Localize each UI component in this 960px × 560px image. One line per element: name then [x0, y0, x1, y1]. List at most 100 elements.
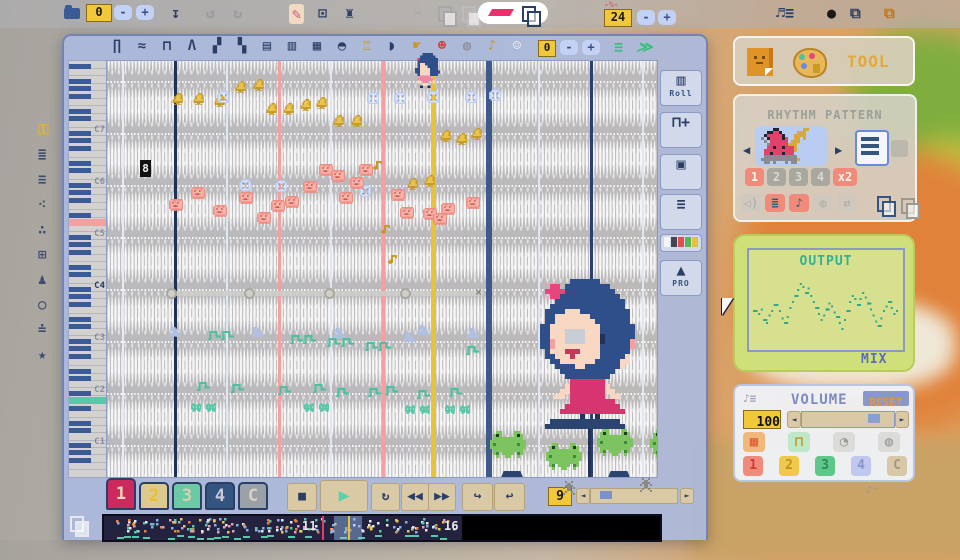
note-circle[interactable]	[394, 92, 406, 104]
play-button[interactable]: ▶	[320, 480, 368, 512]
frog-sprite[interactable]	[490, 431, 526, 458]
note-squarewave[interactable]	[231, 384, 244, 393]
tempo-field[interactable]: 24	[604, 9, 632, 27]
note-pink[interactable]	[441, 203, 455, 215]
note-bell[interactable]	[315, 97, 327, 109]
ring-icon[interactable]: ○	[38, 297, 46, 313]
black-key[interactable]	[69, 131, 91, 136]
queue-icon[interactable]: ≐	[38, 322, 46, 338]
note-circle[interactable]	[367, 92, 379, 104]
duck-icon[interactable]: ◔	[833, 432, 855, 452]
black-key[interactable]	[69, 287, 91, 292]
note-circle[interactable]	[239, 179, 251, 191]
black-key[interactable]	[69, 354, 91, 359]
tempo-plus[interactable]: +	[658, 10, 676, 25]
note-bell[interactable]	[350, 115, 362, 127]
scroll-left-button[interactable]: ◄	[576, 488, 590, 504]
note-paw[interactable]	[467, 328, 479, 338]
pattern-paste-icon[interactable]	[901, 198, 920, 219]
note-circle[interactable]	[465, 91, 477, 103]
note-circle[interactable]	[489, 89, 501, 101]
pattern-next-arrow[interactable]: ▶	[835, 144, 842, 156]
note-squarewave[interactable]	[449, 388, 462, 397]
machine-icon[interactable]: ▣	[660, 154, 702, 190]
black-key[interactable]	[69, 168, 91, 173]
frog-sprite[interactable]	[650, 430, 657, 457]
volume-slider-left[interactable]: ◄	[787, 411, 801, 428]
dancer-sprite[interactable]	[640, 478, 652, 492]
note-pink[interactable]	[466, 197, 480, 209]
black-key[interactable]	[69, 265, 91, 270]
undo-icon[interactable]: ↺	[206, 4, 215, 22]
inst-horn[interactable]: ♪	[481, 38, 503, 58]
note-gold[interactable]	[381, 225, 390, 234]
pattern-prev-arrow[interactable]: ◀	[743, 144, 750, 156]
note-bell[interactable]	[406, 178, 418, 190]
inst-pulse-wave[interactable]: ⊓	[156, 38, 178, 58]
loop-button[interactable]: ↻	[371, 483, 400, 511]
rewind-button[interactable]: ◀◀	[401, 483, 429, 511]
note-pink[interactable]	[359, 164, 373, 176]
black-key[interactable]	[69, 369, 91, 374]
connector-knob[interactable]	[166, 288, 177, 299]
black-key[interactable]	[69, 391, 91, 396]
note-squarewave[interactable]	[341, 338, 354, 347]
file-number-field[interactable]: 0	[86, 4, 112, 22]
note-hamster[interactable]	[460, 405, 470, 414]
pencil-tool-icon[interactable]: ✎	[289, 4, 305, 24]
note-paw[interactable]	[417, 325, 429, 335]
palette-icon[interactable]	[793, 48, 827, 78]
rhythm-pattern-button-4[interactable]: 4	[811, 168, 830, 186]
reset-button[interactable]: RESET	[863, 391, 909, 409]
inst-rabbit[interactable]: ☺	[506, 38, 528, 58]
oval-mode-icon[interactable]: ◍	[813, 194, 833, 212]
note-squarewave[interactable]	[466, 346, 479, 355]
lock-icon[interactable]: ⚿	[38, 122, 49, 138]
note-gold[interactable]	[373, 161, 382, 170]
volume-slider[interactable]: ◄ ►	[787, 411, 909, 428]
track-button-4[interactable]: 4	[851, 456, 871, 476]
note-hamster[interactable]	[445, 405, 455, 414]
green-eq-icon[interactable]: ≡	[614, 38, 623, 56]
rhythm-pattern-button-1[interactable]: 1	[745, 168, 764, 186]
marker-bubble[interactable]	[478, 2, 548, 27]
note-pink[interactable]	[169, 199, 183, 211]
track-button-C[interactable]: C	[887, 456, 907, 476]
note-circle[interactable]	[275, 180, 287, 192]
note-squarewave[interactable]	[385, 386, 398, 395]
inst-square-wave[interactable]: ∏	[106, 38, 128, 58]
note-hamster[interactable]	[420, 405, 430, 414]
black-key[interactable]	[69, 146, 91, 151]
black-key[interactable]	[69, 324, 91, 329]
black-key[interactable]	[69, 428, 91, 433]
note-mode-icon[interactable]: ♪	[789, 194, 809, 212]
star-list-icon[interactable]: ★	[38, 347, 46, 363]
black-key[interactable]	[69, 272, 91, 277]
note-pink[interactable]	[400, 207, 414, 219]
redo-icon[interactable]: ↻	[233, 4, 242, 22]
copy-icon[interactable]	[438, 6, 457, 27]
piano-keyboard[interactable]: C7 C6 C5 C4 C3 C2 C1	[68, 60, 108, 478]
song-list-icon[interactable]: ♬≡	[776, 4, 794, 22]
black-key[interactable]	[69, 421, 91, 426]
note-squarewave[interactable]	[336, 388, 349, 397]
note-bell[interactable]	[192, 93, 204, 105]
black-key[interactable]	[69, 294, 91, 299]
green-flag-icon[interactable]: ≫	[635, 38, 657, 56]
ball-icon[interactable]: ◍	[878, 432, 900, 452]
note-squarewave[interactable]	[417, 390, 430, 399]
connector-knob[interactable]	[324, 288, 335, 299]
volume-slider-right[interactable]: ►	[895, 411, 909, 428]
wave-edit-icon[interactable]: ⊓+	[660, 112, 702, 148]
note-bell[interactable]	[265, 103, 277, 115]
layers-icon[interactable]: ≡	[660, 194, 702, 230]
black-key[interactable]	[69, 198, 91, 203]
note-pink[interactable]	[213, 205, 227, 217]
folder-icon[interactable]	[64, 5, 80, 19]
list-mode-icon[interactable]: ≣	[765, 194, 785, 212]
speaker-icon[interactable]: ◁)	[741, 194, 761, 212]
black-key[interactable]	[69, 376, 91, 381]
frog-sprite[interactable]	[546, 443, 582, 470]
inst-bell[interactable]: ◍	[456, 38, 478, 58]
note-squarewave[interactable]	[303, 335, 316, 344]
